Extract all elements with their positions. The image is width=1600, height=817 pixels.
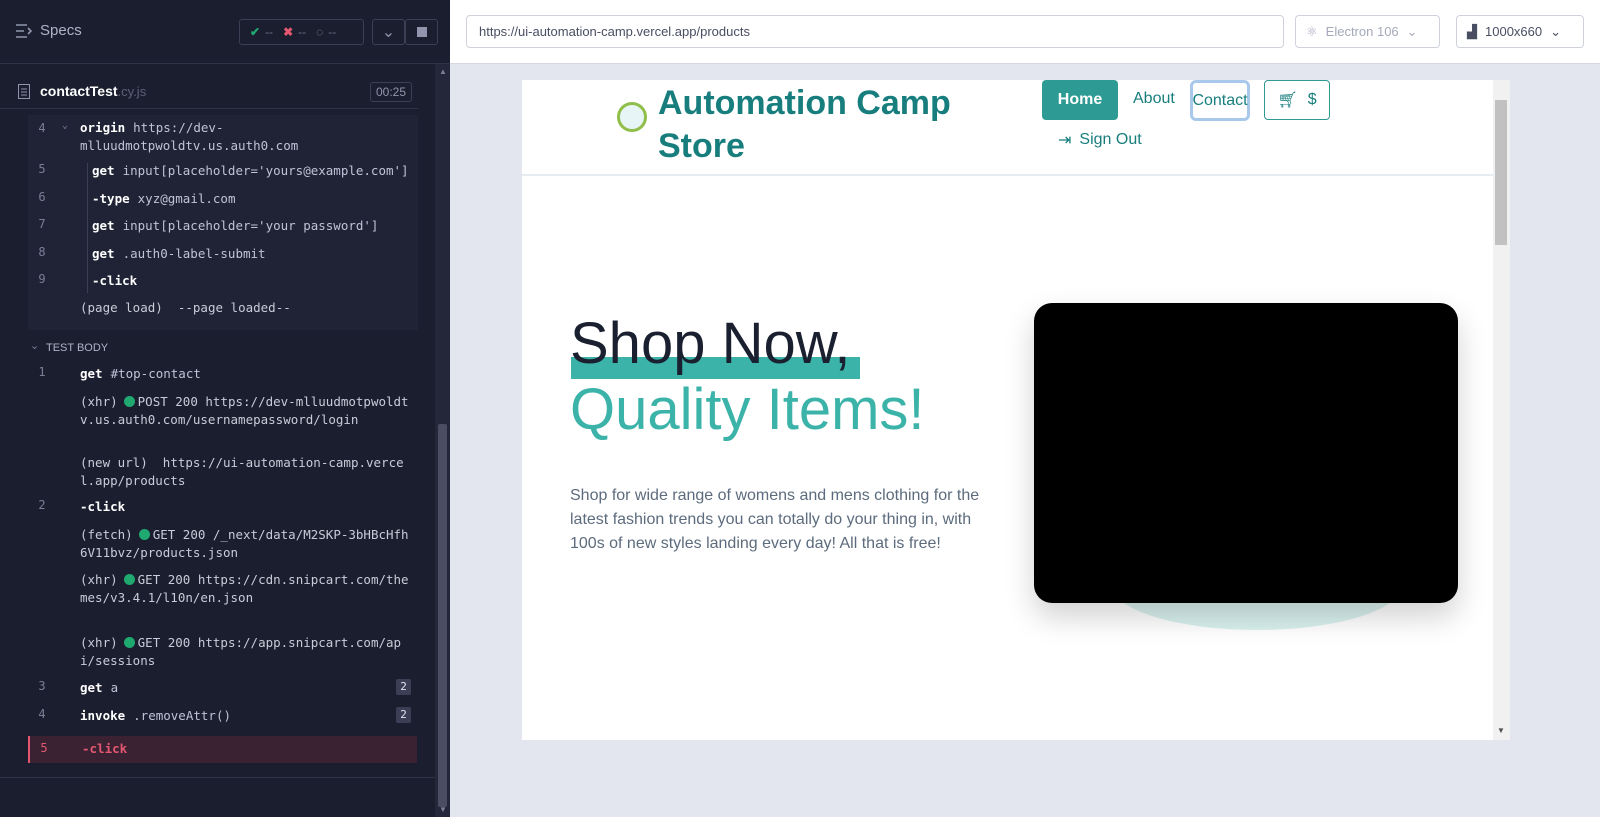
chevron-down-icon: ⌄ bbox=[1406, 23, 1418, 39]
command-log-scrollbar[interactable]: ▲ ▼ bbox=[435, 64, 450, 817]
cypress-runner-panel: Specs ✔ -- ✖ -- ◌ -- ⌄ contactTest.cy.js 00… bbox=[0, 0, 450, 817]
specs-bar: Specs ✔ -- ✖ -- ◌ -- ⌄ bbox=[0, 0, 450, 64]
sign-out-icon: ⇥ bbox=[1058, 132, 1072, 149]
nav-about[interactable]: About bbox=[1133, 90, 1175, 108]
ruler-icon: ▟ bbox=[1467, 23, 1477, 39]
list-item[interactable]: (new url) https://ui-automation-camp.ver… bbox=[28, 454, 417, 492]
nav-contact[interactable]: Contact bbox=[1190, 80, 1250, 121]
fail-icon: ✖ bbox=[283, 25, 294, 39]
brand-title[interactable]: Automation Camp Store bbox=[658, 82, 998, 168]
aut-panel: https://ui-automation-camp.vercel.app/pr… bbox=[450, 0, 1600, 817]
viewport-select[interactable]: ▟ 1000x660 ⌄ bbox=[1456, 15, 1584, 48]
list-item[interactable]: 8 get .auth0-label-submit bbox=[28, 245, 417, 265]
menu-collapse-icon bbox=[16, 23, 32, 38]
scroll-up-icon: ▲ bbox=[439, 67, 447, 76]
site-header: Automation Camp Store Home About Contact … bbox=[522, 80, 1493, 176]
sign-out-link[interactable]: ⇥ Sign Out bbox=[1058, 130, 1142, 150]
status-dot-icon bbox=[138, 529, 150, 540]
list-item[interactable]: 3 get a 2 bbox=[28, 679, 417, 699]
status-dot-icon bbox=[123, 574, 135, 585]
test-body-header[interactable]: ⌄ TEST BODY bbox=[28, 337, 418, 361]
test-body-commands: 1 get #top-contact (xhr) POST 200 https://… bbox=[28, 363, 418, 773]
list-item[interactable]: (page load) --page loaded-- bbox=[28, 299, 417, 319]
status-dot-icon bbox=[123, 637, 135, 648]
list-item[interactable]: (fetch) GET 200 /_next/data/M2SKP-3bHBcHf… bbox=[28, 526, 417, 564]
url-input[interactable]: https://ui-automation-camp.vercel.app/pr… bbox=[466, 15, 1284, 48]
test-stats: ✔ -- ✖ -- ◌ -- bbox=[239, 19, 364, 45]
aut-scrollbar[interactable]: ▼ bbox=[1493, 80, 1510, 740]
spec-file-header: contactTest.cy.js 00:25 bbox=[0, 75, 418, 109]
count-badge: 2 bbox=[396, 679, 411, 695]
pending-icon: ◌ bbox=[316, 25, 324, 39]
list-item-failed[interactable]: 5 -click bbox=[28, 736, 417, 763]
chevron-down-icon: ⌄ bbox=[62, 120, 69, 131]
list-item[interactable]: 4 invoke .removeAttr() 2 bbox=[28, 707, 417, 727]
url-bar: https://ui-automation-camp.vercel.app/pr… bbox=[450, 0, 1600, 64]
scrollbar-thumb[interactable] bbox=[438, 424, 447, 807]
status-dot-icon bbox=[123, 396, 135, 407]
spec-file-name: contactTest.cy.js bbox=[40, 83, 147, 99]
cart-icon: 🛒︎ bbox=[1277, 92, 1298, 109]
specs-button[interactable]: Specs bbox=[16, 22, 82, 39]
app-under-test-frame: Automation Camp Store Home About Contact … bbox=[522, 80, 1510, 740]
list-item[interactable]: (xhr) POST 200 https://dev-mlluudmotpwold… bbox=[28, 393, 417, 449]
list-item[interactable]: 1 get #top-contact bbox=[28, 365, 417, 385]
count-badge: 2 bbox=[396, 707, 411, 723]
scroll-down-icon: ▼ bbox=[439, 805, 447, 814]
check-icon: ✔ bbox=[250, 25, 261, 39]
electron-icon: ⚛ bbox=[1306, 23, 1318, 39]
stop-icon[interactable] bbox=[405, 19, 438, 45]
chevron-down-icon: ⌄ bbox=[1550, 23, 1562, 39]
list-item[interactable]: 5 get input[placeholder='yours@example.co… bbox=[28, 162, 417, 182]
specs-label: Specs bbox=[40, 22, 82, 39]
list-item[interactable]: 4 ⌄ origin https://dev-mlluudmotpwoldtv.u… bbox=[28, 119, 417, 155]
hero-description: Shop for wide range of womens and mens c… bbox=[570, 487, 980, 552]
list-item[interactable]: 2 -click bbox=[28, 498, 417, 518]
list-item[interactable]: (xhr) GET 200 https://cdn.snipcart.com/th… bbox=[28, 571, 417, 627]
list-item[interactable]: 9 -click bbox=[28, 272, 417, 292]
hero-title: Shop Now, bbox=[570, 311, 851, 376]
scrollbar-thumb[interactable] bbox=[1495, 100, 1507, 245]
browser-select[interactable]: ⚛ Electron 106 ⌄ bbox=[1295, 15, 1440, 48]
spec-timer: 00:25 bbox=[369, 82, 412, 102]
store-logo-icon[interactable] bbox=[617, 102, 647, 132]
list-item[interactable]: 6 -type xyz@gmail.com bbox=[28, 190, 417, 210]
list-item[interactable]: (xhr) GET 200 https://app.snipcart.com/ap… bbox=[28, 634, 417, 672]
scroll-down-icon: ▼ bbox=[1497, 726, 1505, 735]
hero-subtitle: Quality Items! bbox=[570, 377, 925, 442]
spec-file-ext: .cy.js bbox=[117, 84, 147, 99]
hero-image bbox=[1034, 303, 1458, 603]
nav-home[interactable]: Home bbox=[1042, 80, 1118, 120]
list-item[interactable]: 7 get input[placeholder='your password'] bbox=[28, 217, 417, 237]
document-icon bbox=[18, 84, 30, 99]
chevron-down-icon: ⌄ bbox=[30, 340, 40, 352]
cart-button[interactable]: 🛒︎ $ bbox=[1264, 80, 1330, 120]
chevron-down-icon[interactable]: ⌄ bbox=[372, 19, 405, 45]
